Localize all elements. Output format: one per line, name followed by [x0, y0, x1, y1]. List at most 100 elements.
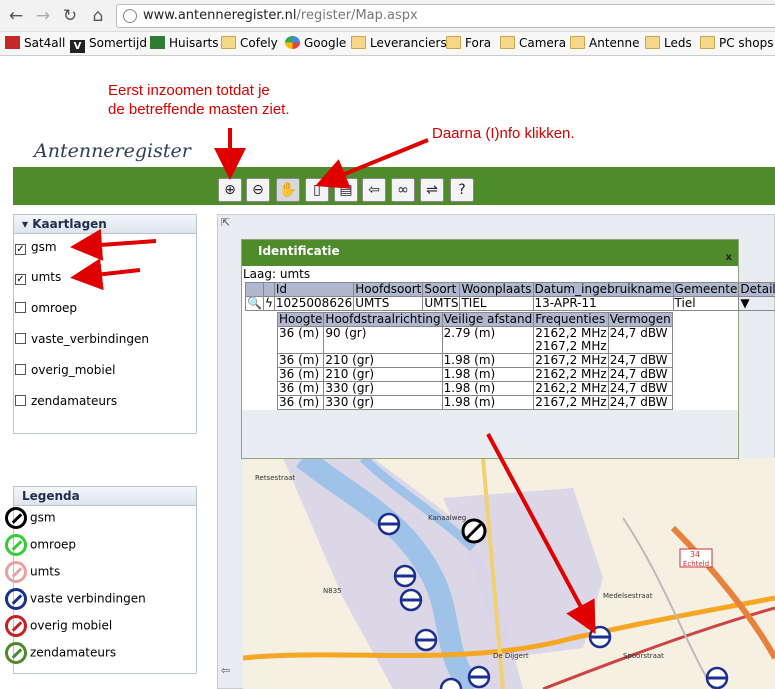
address-bar[interactable]: www.antenneregister.nl/register/Map.aspx — [116, 4, 775, 28]
pan-button[interactable]: ✋ — [276, 178, 300, 202]
table-cell: TIEL — [459, 296, 534, 311]
back-view-button[interactable]: ⇦ — [362, 178, 386, 202]
binoculars-icon: ∞ — [397, 182, 409, 198]
site-title[interactable]: Antenneregister — [34, 140, 191, 162]
layer-row-overig-mobiel[interactable]: overig_mobiel — [15, 363, 115, 377]
layer-row-zendamateurs[interactable]: zendamateurs — [15, 394, 117, 408]
layer-label: umts — [31, 270, 62, 284]
antenna-symbol-icon — [5, 642, 27, 664]
svg-text:Medelsestraat: Medelsestraat — [603, 592, 653, 600]
zoom-in-icon: ⊕ — [224, 182, 236, 198]
legend-item: zendamateurs — [5, 642, 116, 664]
layer-checkbox[interactable] — [15, 364, 26, 375]
blank-header — [262, 282, 275, 297]
collapse-icon[interactable]: ▾ — [22, 217, 28, 231]
bookmark-item[interactable]: Camera — [500, 36, 566, 52]
layer-row-umts[interactable]: ✓ umts — [15, 270, 61, 285]
legend-item: vaste verbindingen — [5, 588, 146, 610]
collapse-left-icon[interactable]: ⇦ — [221, 664, 230, 677]
magnify-icon[interactable]: 🔍 — [245, 296, 264, 311]
info-button[interactable]: ▯ — [305, 178, 329, 202]
layer-checkbox[interactable]: ✓ — [15, 244, 26, 255]
help-button[interactable]: ? — [450, 178, 474, 202]
folder-icon — [446, 36, 461, 49]
folder-icon — [351, 36, 366, 49]
bookmark-item[interactable]: Sat4all — [5, 36, 65, 52]
table-row: 36 (m) 330 (gr) 1.98 (m) 2167,2 MHz 24,7 dBW — [276, 395, 673, 410]
identification-window[interactable]: Identificatie x Laag: umts Id Hoofdsoort S… — [241, 239, 775, 459]
table-cell: 1025008626 — [273, 296, 355, 311]
layer-label: gsm — [31, 240, 57, 254]
table-cell: 1.98 (m) — [441, 367, 535, 382]
layer-row-vaste-verbindingen[interactable]: vaste_verbindingen — [15, 332, 149, 346]
layer-row-gsm[interactable]: ✓ gsm — [15, 240, 57, 255]
bookmark-item[interactable]: Huisarts — [150, 36, 218, 52]
bookmark-item[interactable]: Fora — [446, 36, 491, 52]
reload-icon[interactable]: ↻ — [59, 5, 81, 27]
table-cell: 2162,2 MHz — [533, 367, 609, 382]
bookmark-icon: V — [70, 40, 85, 53]
legend-label: zendamateurs — [30, 645, 117, 660]
bookmark-label: Fora — [465, 36, 492, 50]
bookmark-label: Google — [304, 36, 347, 50]
legend-item: overig mobiel — [5, 615, 112, 637]
bookmark-item[interactable]: Antenne — [570, 36, 640, 52]
legend-label: omroep — [30, 537, 77, 552]
layer-checkbox[interactable] — [15, 395, 26, 406]
legend-item: umts — [5, 561, 60, 583]
table-cell: 1.98 (m) — [441, 381, 535, 396]
table-cell: 24,7 dBW — [607, 381, 673, 396]
map-graphic: Retsestraat Kanaalweg N835 De Dijgert Sp… — [243, 458, 775, 689]
bookmark-icon — [5, 36, 20, 49]
feature-table: Id Hoofdsoort Soort Woonplaats Datum_ingebru… — [245, 282, 775, 311]
layer-checkbox[interactable] — [15, 333, 26, 344]
bookmark-item[interactable]: Cofely — [221, 36, 278, 52]
antenna-symbol-icon — [5, 507, 27, 529]
layer-checkbox[interactable]: ✓ — [15, 274, 26, 285]
legend-label: overig mobiel — [30, 618, 113, 633]
table-cell: 1.98 (m) — [441, 395, 535, 410]
zoom-out-button[interactable]: ⊖ — [246, 178, 270, 202]
close-icon[interactable]: x — [726, 252, 732, 263]
table-cell: 24,7 dBW — [607, 353, 673, 368]
bookmark-item[interactable]: Leveranciers — [351, 36, 447, 52]
map-layers-icon: ▤ — [339, 182, 353, 198]
layer-row-omroep[interactable]: omroep — [15, 301, 77, 315]
table-cell: 1.98 (m) — [441, 353, 535, 368]
svg-text:Spoorstraat: Spoorstraat — [623, 652, 664, 660]
bookmark-icon — [150, 36, 165, 49]
layer-checkbox[interactable] — [15, 302, 26, 313]
details-dropdown[interactable]: ▼ — [738, 296, 775, 311]
back-arrow-icon[interactable]: ← — [5, 5, 27, 27]
legend-item: gsm — [5, 507, 56, 529]
bookmark-item[interactable]: Leds — [645, 36, 692, 52]
table-row: 36 (m) 330 (gr) 1.98 (m) 2162,2 MHz 24,7 dBW — [276, 381, 673, 396]
column-header: Datum_ingebruikname — [532, 282, 674, 297]
column-header: Soort — [422, 282, 461, 297]
table-row: 36 (m) 90 (gr) 2.79 (m) 2162,2 MHz 2167,2 M… — [276, 326, 673, 354]
home-icon[interactable]: ⌂ — [87, 5, 109, 27]
folder-icon — [570, 36, 585, 49]
lightning-icon: ϟ — [262, 296, 275, 311]
column-header: Veilige afstand — [441, 312, 535, 327]
table-cell: 36 (m) — [276, 395, 325, 410]
folder-icon — [221, 36, 236, 49]
folder-icon — [500, 36, 515, 49]
table-cell: 330 (gr) — [323, 381, 443, 396]
bookmarks-bar: Sat4all V Somertijd Huisarts Cofely Google Lev… — [0, 32, 775, 56]
forward-arrow-icon[interactable]: → — [32, 5, 54, 27]
bookmark-label: Somertijd — [89, 36, 147, 50]
bookmark-item[interactable]: Google — [285, 36, 346, 52]
layers-button[interactable]: ▤ — [334, 178, 358, 202]
bookmark-item[interactable]: PC shops — [700, 36, 774, 52]
layer-label: Laag: umts — [243, 267, 311, 281]
pan-corner-icon[interactable]: ⇱ — [221, 216, 230, 229]
identification-title: Identificatie x — [242, 240, 738, 266]
svg-text:Echteld: Echteld — [683, 560, 709, 568]
bookmark-item[interactable]: V Somertijd — [70, 36, 147, 53]
map-view[interactable]: Retsestraat Kanaalweg N835 De Dijgert Sp… — [243, 458, 775, 689]
bookmark-label: Sat4all — [24, 36, 66, 50]
zoom-in-button[interactable]: ⊕ — [218, 178, 242, 202]
search-button[interactable]: ∞ — [391, 178, 415, 202]
measure-button[interactable]: ⇌ — [420, 178, 444, 202]
